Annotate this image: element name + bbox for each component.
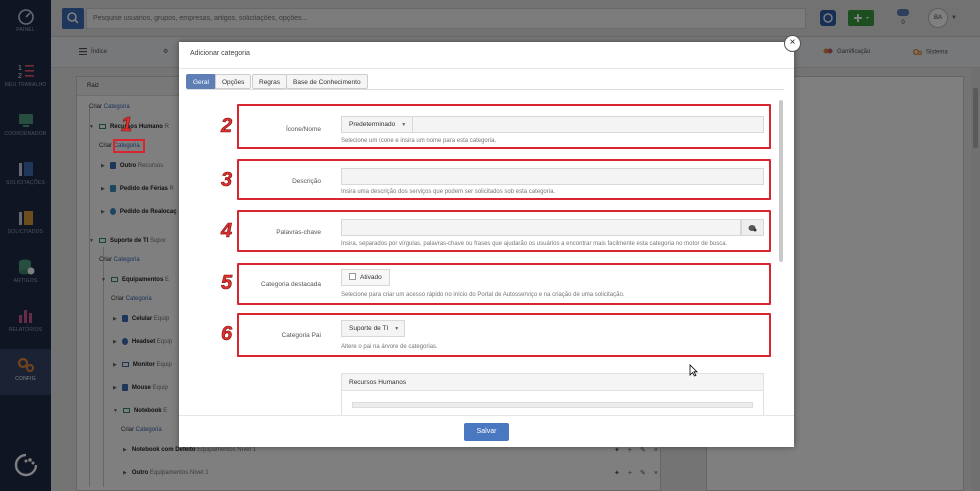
- modal-scrollbar[interactable]: [779, 100, 783, 262]
- tab-base-conhecimento[interactable]: Base de Conhecimento: [286, 74, 368, 89]
- annotation-box-3: [237, 159, 771, 200]
- close-button[interactable]: ×: [784, 35, 801, 52]
- add-category-modal: Adicionar categoria × Geral Opções Regra…: [179, 35, 801, 447]
- annotation-number: 5: [221, 272, 233, 295]
- annotation-box-4: [237, 210, 771, 252]
- annotation-number: 3: [221, 169, 233, 192]
- save-button[interactable]: Salvar: [464, 423, 509, 441]
- annotation-number: 2: [221, 115, 233, 138]
- modal-footer: Salvar: [179, 415, 794, 447]
- tab-regras[interactable]: Regras: [252, 74, 287, 89]
- annotation-box-6: [237, 313, 771, 357]
- parent-tree-item[interactable]: Recursos Humanos: [342, 374, 763, 391]
- annotation-box-1: [113, 139, 145, 153]
- tabs-divider: [186, 89, 784, 90]
- tab-geral[interactable]: Geral: [186, 74, 216, 89]
- parent-tree-scroll[interactable]: [352, 402, 753, 408]
- annotation-box-5: [237, 263, 771, 305]
- modal-title: Adicionar categoria: [190, 50, 250, 57]
- modal-header: Adicionar categoria: [179, 42, 794, 69]
- annotation-number: 1: [121, 114, 133, 137]
- tab-opcoes[interactable]: Opções: [215, 74, 252, 89]
- annotation-number: 4: [221, 220, 233, 243]
- annotation-box-2: [237, 104, 771, 149]
- app-window: PAINEL 12 MEU TRABALHO COORDENADOR SOLIC…: [0, 0, 980, 491]
- parent-category-tree: Recursos Humanos: [341, 373, 764, 415]
- mouse-cursor-icon: [689, 364, 698, 377]
- annotation-number: 6: [221, 323, 233, 346]
